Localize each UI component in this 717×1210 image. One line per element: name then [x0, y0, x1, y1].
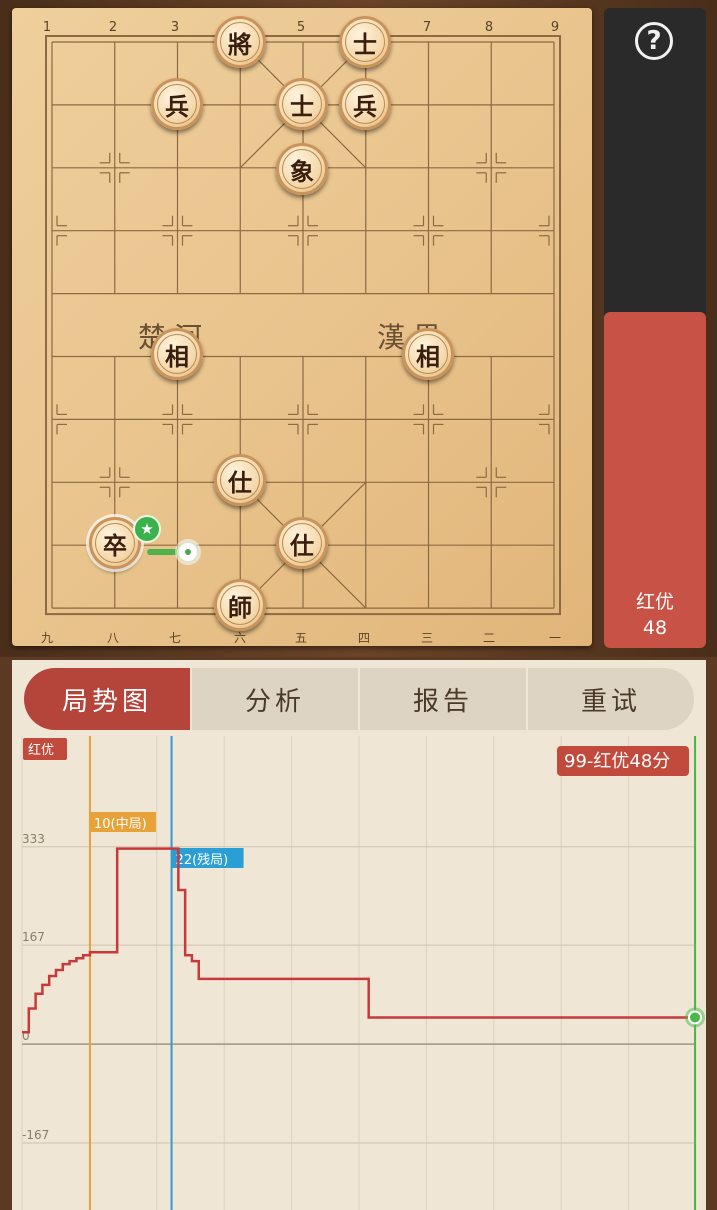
file-number: 三 — [420, 631, 433, 645]
tick-label: 167 — [22, 930, 45, 944]
file-number: 八 — [106, 631, 119, 645]
tick-label: 333 — [22, 832, 45, 846]
piece-black-elephant[interactable]: 象 — [276, 143, 328, 195]
evaluation-label: 红优 48 — [604, 589, 706, 641]
xiangqi-board[interactable]: 1 2 3 4 5 6 7 8 9 九 八 七 六 五 四 三 二 一 楚河 漢… — [12, 8, 592, 646]
file-number: 二 — [482, 631, 495, 645]
score-badge-label: 99-红优48分 — [564, 751, 670, 772]
file-number: 7 — [422, 20, 432, 35]
tab-trend-chart[interactable]: 局势图 — [24, 668, 192, 730]
piece-red-advisor[interactable]: 仕 — [276, 517, 328, 569]
piece-red-minister[interactable]: 相 — [151, 328, 203, 380]
trend-chart[interactable]: 3331670-167 10(中局)22(残局) 红优99-红优48分 — [12, 736, 706, 1210]
analysis-panel: 局势图 分析 报告 重试 333 167 0 -167 10(中局) 22(残局) 红优… — [12, 660, 706, 1210]
file-number: 5 — [296, 20, 306, 35]
piece-black-soldier[interactable]: 兵 — [151, 78, 203, 130]
file-number: 五 — [294, 631, 307, 645]
piece-black-soldier[interactable]: 兵 — [339, 78, 391, 130]
piece-red-king[interactable]: 師 — [214, 579, 266, 631]
file-number: 8 — [484, 20, 494, 35]
analysis-tabs: 局势图 分析 报告 重试 — [24, 668, 694, 730]
phase-marker-label: 10(中局) — [94, 817, 147, 832]
file-number: 九 — [40, 631, 53, 645]
tick-label: -167 — [22, 1128, 49, 1142]
evaluation-bar: ? 红优 48 — [604, 8, 706, 648]
game-area: 1 2 3 4 5 6 7 8 9 九 八 七 六 五 四 三 二 一 楚河 漢… — [0, 0, 717, 657]
current-move-dot — [688, 1010, 702, 1025]
file-number: 一 — [548, 631, 561, 645]
star-icon: ★ — [135, 517, 159, 541]
file-number: 2 — [108, 20, 118, 35]
piece-black-advisor[interactable]: 士 — [339, 16, 391, 68]
evaluation-score: 48 — [642, 617, 668, 639]
piece-black-advisor[interactable]: 士 — [276, 78, 328, 130]
tab-analysis[interactable]: 分析 — [192, 668, 360, 730]
evaluation-side: 红优 — [635, 591, 674, 613]
help-icon[interactable]: ? — [635, 22, 673, 60]
file-number: 3 — [170, 20, 180, 35]
file-number: 四 — [357, 631, 370, 645]
move-target-marker[interactable] — [179, 543, 197, 561]
piece-red-advisor[interactable]: 仕 — [214, 454, 266, 506]
file-number: 六 — [233, 631, 246, 645]
file-number: 七 — [168, 631, 181, 645]
piece-red-minister[interactable]: 相 — [402, 328, 454, 380]
tab-report[interactable]: 报告 — [360, 668, 528, 730]
corner-label: 红优 — [28, 742, 54, 758]
tab-retry[interactable]: 重试 — [528, 668, 694, 730]
piece-black-general[interactable]: 將 — [214, 16, 266, 68]
piece-selected-soldier[interactable]: 卒 — [89, 517, 141, 569]
phase-marker-label: 22(残局) — [176, 853, 229, 868]
file-number: 1 — [42, 20, 52, 35]
file-number: 9 — [550, 20, 560, 35]
